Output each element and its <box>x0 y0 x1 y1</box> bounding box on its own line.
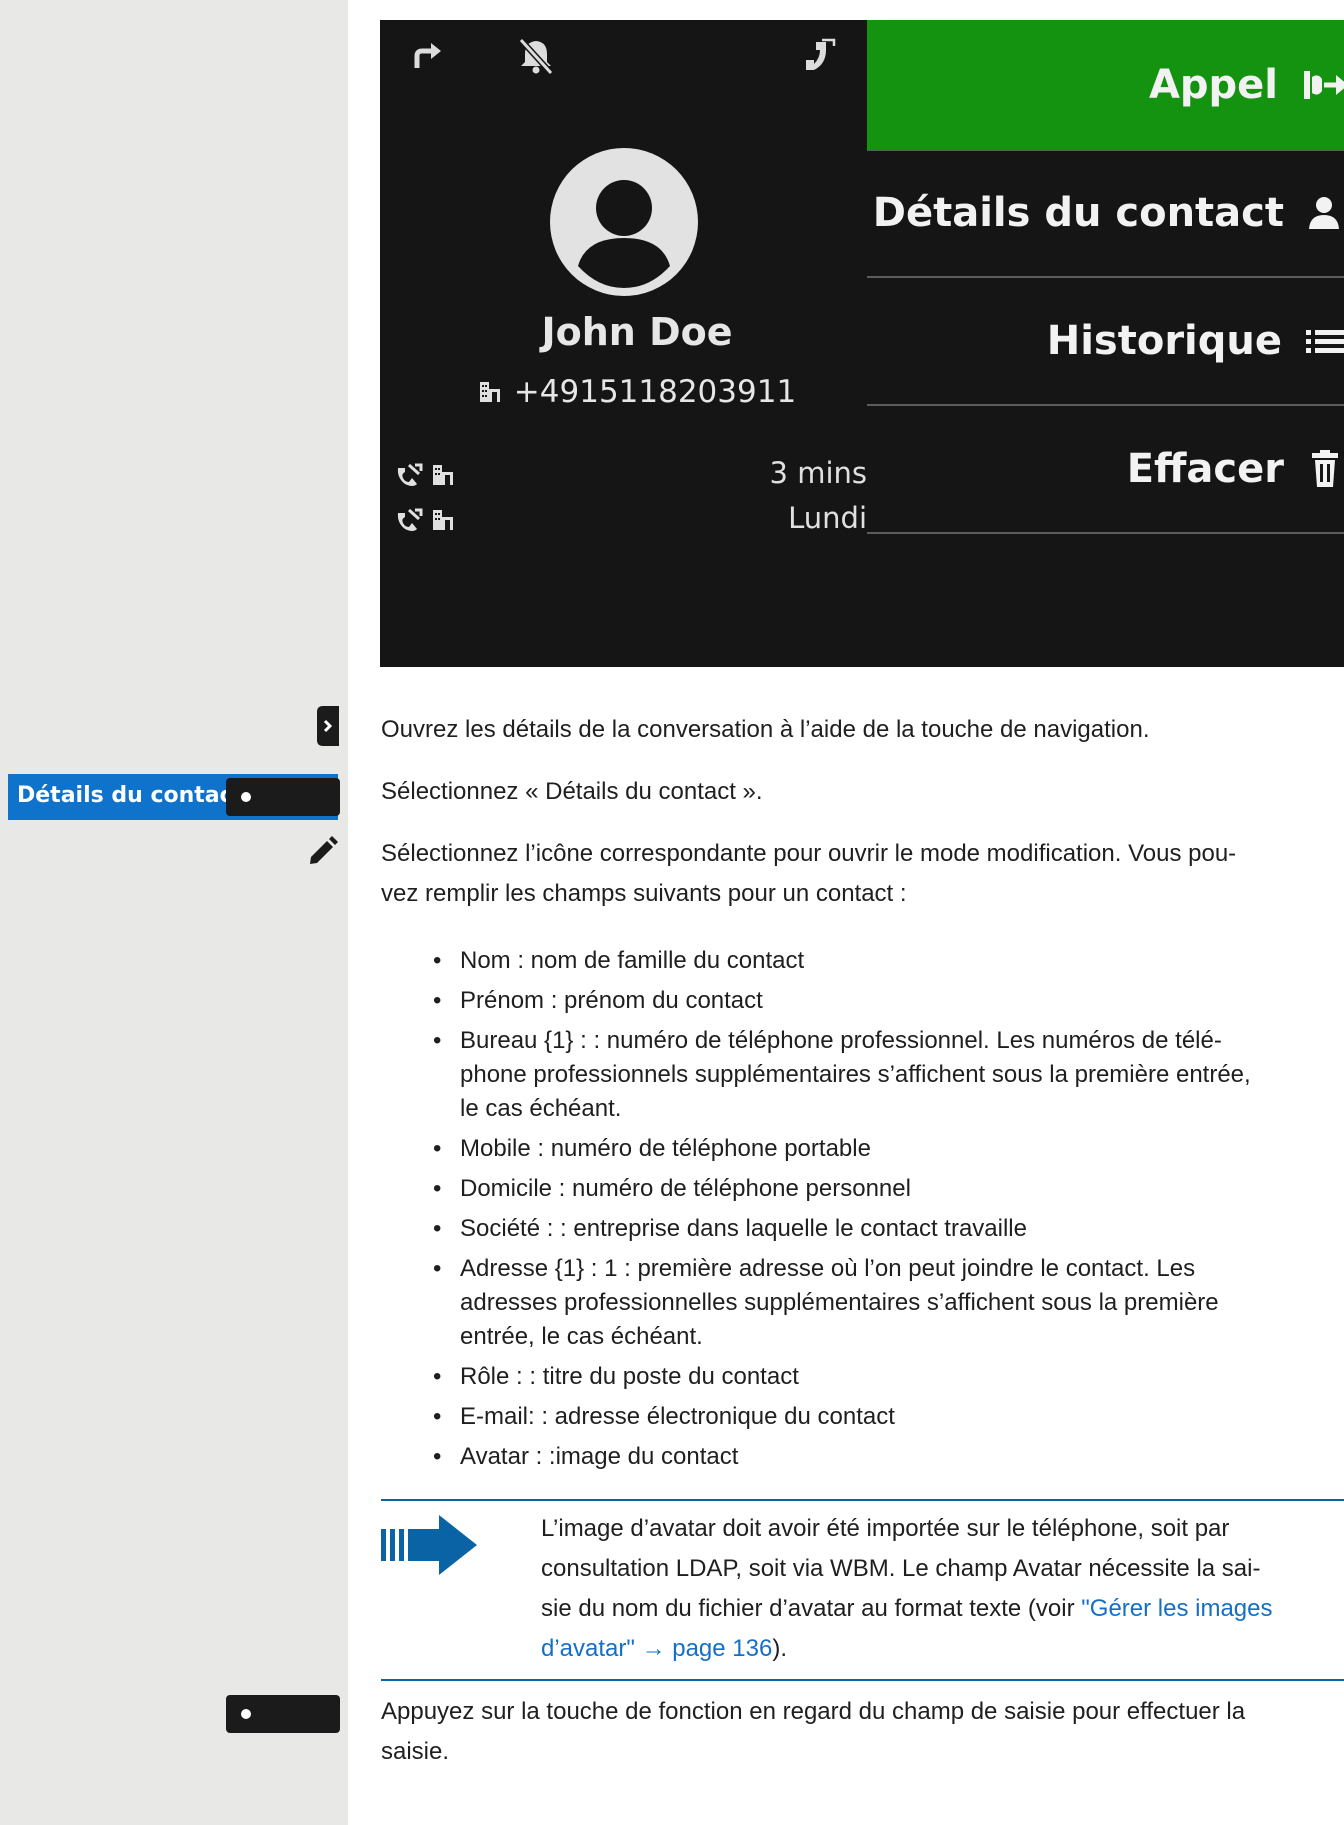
contact-number: +4915118203911 <box>513 374 797 410</box>
call-log-time: 3 mins <box>769 456 867 490</box>
list-item: Mobile : numéro de téléphone portable <box>381 1132 1341 1166</box>
missed-call-icon <box>397 508 423 531</box>
step-edit-mode-line: Sélectionnez l’icône correspondante pour… <box>381 840 1237 867</box>
history-label: Historique <box>1046 318 1282 364</box>
phone-handset-icon <box>806 38 836 70</box>
call-arrow-icon <box>1300 65 1344 105</box>
contact-details-label: Détails du contact <box>872 190 1284 236</box>
list-item: E-mail: : adresse électronique du contac… <box>381 1400 1341 1434</box>
list-item: Bureau {1} : : numéro de téléphone profe… <box>381 1024 1341 1126</box>
list-item: Domicile : numéro de téléphone personnel <box>381 1172 1341 1206</box>
navigation-key-icon <box>317 706 339 746</box>
note-box: L’image d’avatar doit avoir été importée… <box>381 1499 1344 1681</box>
list-item: Rôle : : titre du poste du contact <box>381 1360 1341 1394</box>
contact-name: John Doe <box>541 310 733 354</box>
list-item: Nom : nom de famille du contact <box>381 944 1341 978</box>
softkey-button[interactable] <box>226 778 340 816</box>
manage-avatar-images-link[interactable]: "Gérer les images <box>1081 1595 1272 1622</box>
menu-divider <box>867 404 1344 406</box>
list-item: Société : : entreprise dans laquelle le … <box>381 1212 1341 1246</box>
person-icon <box>1306 193 1344 233</box>
list-item: Adresse {1} : 1 : première adresse où l’… <box>381 1252 1341 1354</box>
left-margin-column <box>0 0 348 1825</box>
menu-divider <box>867 149 1344 151</box>
missed-call-icon <box>397 463 423 486</box>
manage-avatar-images-link-cont[interactable]: d’avatar" → page 136 <box>541 1635 772 1662</box>
step-select-contact-details: Sélectionnez « Détails du contact ». <box>381 778 763 805</box>
forward-arrow-icon <box>414 43 441 68</box>
list-icon <box>1304 321 1344 361</box>
list-item: Avatar : :image du contact <box>381 1440 1341 1474</box>
menu-divider <box>867 532 1344 534</box>
avatar-icon <box>550 148 698 296</box>
office-building-icon <box>433 510 453 530</box>
delete-menu-item[interactable]: Effacer <box>1127 446 1344 492</box>
call-label: Appel <box>1148 62 1278 108</box>
office-building-icon <box>433 465 453 485</box>
delete-label: Effacer <box>1126 446 1284 492</box>
step-edit-mode: Sélectionnez l’icône correspondante pour… <box>381 834 1341 914</box>
call-log-entry-icons <box>395 462 455 488</box>
note-text: L’image d’avatar doit avoir été importée… <box>541 1515 1273 1662</box>
step-edit-mode-line: vez remplir les champs suivants pour un … <box>381 880 907 907</box>
call-menu-item[interactable]: Appel <box>867 20 1344 149</box>
contact-details-menu-item[interactable]: Détails du contact <box>873 190 1344 236</box>
step-press-softkey: Appuyez sur la touche de fonction en reg… <box>381 1698 1246 1765</box>
call-log-time: Lundi <box>788 501 867 535</box>
phone-screen: Appel Détails du contact Historique Effa… <box>380 20 1344 667</box>
history-menu-item[interactable]: Historique <box>1047 318 1344 364</box>
call-log-entry-icons <box>395 507 455 533</box>
softkey-button[interactable] <box>226 1695 340 1733</box>
contact-fields-list: Nom : nom de famille du contact Prénom :… <box>381 944 1341 1480</box>
note-arrow-icon <box>381 1515 477 1575</box>
office-building-icon <box>478 380 502 404</box>
menu-label-text: Détails du contact <box>17 783 244 808</box>
trash-icon <box>1306 449 1344 489</box>
contact-number-row: +4915118203911 <box>380 374 894 410</box>
bell-off-icon <box>518 37 554 76</box>
step-open-details: Ouvrez les détails de la conversation à … <box>381 716 1150 743</box>
pencil-icon <box>310 836 338 864</box>
menu-divider <box>867 276 1344 278</box>
list-item: Prénom : prénom du contact <box>381 984 1341 1018</box>
